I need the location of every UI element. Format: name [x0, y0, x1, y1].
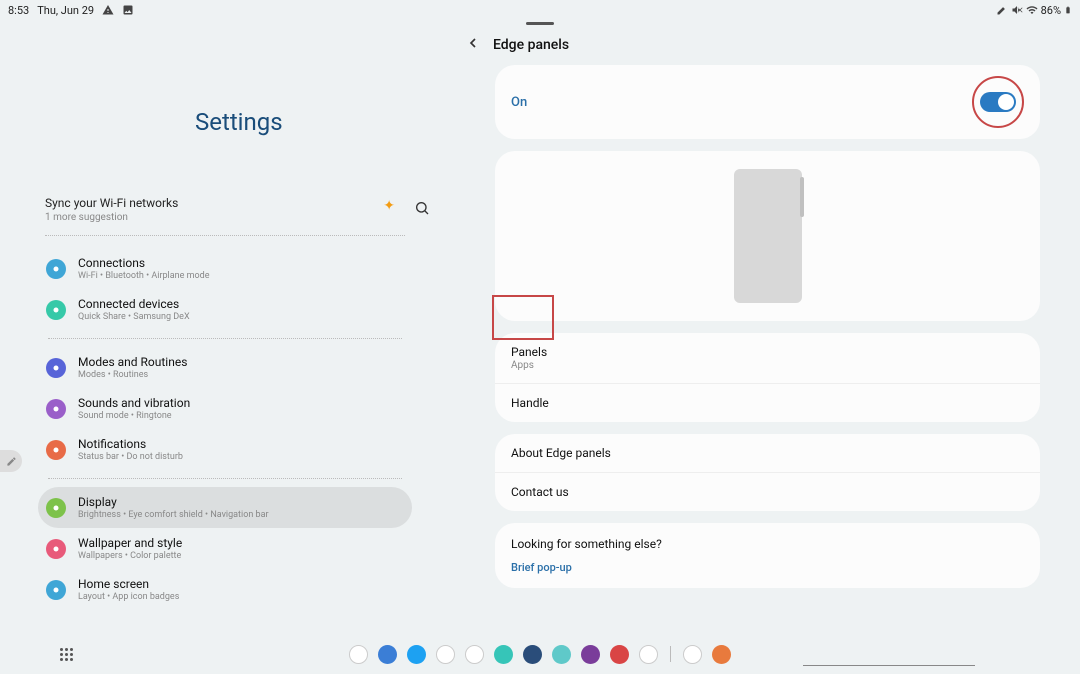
taskbar-underline — [803, 665, 975, 666]
taskbar-app-7[interactable] — [552, 645, 571, 664]
image-icon — [122, 4, 134, 16]
handle-option[interactable]: Handle — [495, 384, 1040, 422]
settings-title: Settings — [195, 108, 450, 136]
toggle-label: On — [511, 95, 527, 110]
menu-item-sub: Wallpapers • Color palette — [78, 551, 182, 561]
menu-icon — [46, 440, 66, 460]
menu-item-notifications[interactable]: NotificationsStatus bar • Do not disturb — [38, 429, 412, 470]
search-button[interactable] — [414, 200, 430, 220]
taskbar-app-13[interactable] — [712, 645, 731, 664]
status-bar: 8:53 Thu, Jun 29 86% — [0, 0, 1080, 20]
menu-icon — [46, 498, 66, 518]
taskbar — [0, 639, 1080, 669]
menu-icon — [46, 300, 66, 320]
menu-item-sounds-and-vibration[interactable]: Sounds and vibrationSound mode • Rington… — [38, 388, 412, 429]
taskbar-app-10[interactable] — [639, 645, 658, 664]
phone-preview — [734, 169, 802, 303]
status-time: 8:53 — [8, 4, 29, 17]
looking-title: Looking for something else? — [511, 537, 1024, 551]
pencil-icon — [996, 4, 1008, 16]
menu-item-connections[interactable]: ConnectionsWi-Fi • Bluetooth • Airplane … — [38, 248, 412, 289]
menu-item-title: Sounds and vibration — [78, 396, 190, 410]
drag-handle[interactable] — [526, 22, 554, 25]
menu-item-sub: Modes • Routines — [78, 370, 187, 380]
preview-card — [495, 151, 1040, 321]
menu-item-wallpaper-and-style[interactable]: Wallpaper and styleWallpapers • Color pa… — [38, 528, 412, 569]
menu-item-sub: Status bar • Do not disturb — [78, 452, 183, 462]
suggestion-box[interactable]: Sync your Wi-Fi networks 1 more suggesti… — [45, 196, 405, 236]
menu-item-title: Connections — [78, 256, 209, 270]
looking-card: Looking for something else? Brief pop-up — [495, 523, 1040, 588]
menu-item-title: Home screen — [78, 577, 179, 591]
battery-icon — [1064, 4, 1072, 16]
taskbar-app-0[interactable] — [349, 645, 368, 664]
contact-option[interactable]: Contact us — [495, 473, 1040, 511]
about-option[interactable]: About Edge panels — [495, 434, 1040, 473]
mute-icon — [1011, 4, 1023, 16]
menu-item-title: Display — [78, 495, 269, 509]
menu-icon — [46, 259, 66, 279]
info-card: About Edge panels Contact us — [495, 434, 1040, 511]
menu-item-sub: Wi-Fi • Bluetooth • Airplane mode — [78, 271, 209, 281]
taskbar-app-1[interactable] — [378, 645, 397, 664]
options-card: Panels Apps Handle — [495, 333, 1040, 422]
suggestion-title: Sync your Wi-Fi networks — [45, 196, 405, 210]
page-title: Edge panels — [493, 37, 569, 53]
taskbar-app-5[interactable] — [494, 645, 513, 664]
menu-item-display[interactable]: DisplayBrightness • Eye comfort shield •… — [38, 487, 412, 528]
menu-divider — [48, 338, 402, 339]
battery-percent: 86% — [1041, 4, 1061, 17]
settings-sidebar: Settings Sync your Wi-Fi networks 1 more… — [0, 30, 450, 630]
taskbar-app-9[interactable] — [610, 645, 629, 664]
suggestion-sub: 1 more suggestion — [45, 212, 405, 223]
menu-item-title: Modes and Routines — [78, 355, 187, 369]
taskbar-app-8[interactable] — [581, 645, 600, 664]
sparkles-icon: ✦ — [383, 198, 395, 214]
menu-item-modes-and-routines[interactable]: Modes and RoutinesModes • Routines — [38, 347, 412, 388]
menu-divider — [48, 478, 402, 479]
status-date: Thu, Jun 29 — [37, 4, 94, 17]
taskbar-app-2[interactable] — [407, 645, 426, 664]
taskbar-app-4[interactable] — [465, 645, 484, 664]
taskbar-app-6[interactable] — [523, 645, 542, 664]
menu-item-title: Notifications — [78, 437, 183, 451]
menu-item-sub: Quick Share • Samsung DeX — [78, 312, 190, 322]
edge-toggle[interactable] — [980, 92, 1016, 112]
menu-item-title: Wallpaper and style — [78, 536, 182, 550]
menu-icon — [46, 399, 66, 419]
highlight-circle-toggle — [972, 76, 1024, 128]
toggle-card: On — [495, 65, 1040, 139]
menu-list: ConnectionsWi-Fi • Bluetooth • Airplane … — [38, 248, 412, 610]
edge-panel-page: Edge panels On Panels Apps Handle About … — [465, 35, 1040, 600]
menu-item-sub: Sound mode • Ringtone — [78, 411, 190, 421]
menu-item-home-screen[interactable]: Home screenLayout • App icon badges — [38, 569, 412, 610]
phone-edge-handle — [800, 177, 804, 217]
menu-icon — [46, 580, 66, 600]
brief-popup-link[interactable]: Brief pop-up — [511, 561, 1024, 574]
taskbar-divider — [670, 646, 671, 662]
apps-grid-button[interactable] — [60, 648, 73, 661]
menu-icon — [46, 358, 66, 378]
taskbar-app-12[interactable] — [683, 645, 702, 664]
taskbar-app-3[interactable] — [436, 645, 455, 664]
menu-item-sub: Layout • App icon badges — [78, 592, 179, 602]
menu-item-title: Connected devices — [78, 297, 190, 311]
menu-icon — [46, 539, 66, 559]
warning-icon — [102, 4, 114, 16]
menu-item-connected-devices[interactable]: Connected devicesQuick Share • Samsung D… — [38, 289, 412, 330]
panels-option[interactable]: Panels Apps — [495, 333, 1040, 384]
toggle-knob — [998, 94, 1014, 110]
back-button[interactable] — [465, 35, 481, 55]
menu-item-sub: Brightness • Eye comfort shield • Naviga… — [78, 510, 269, 520]
wifi-icon — [1026, 4, 1038, 16]
